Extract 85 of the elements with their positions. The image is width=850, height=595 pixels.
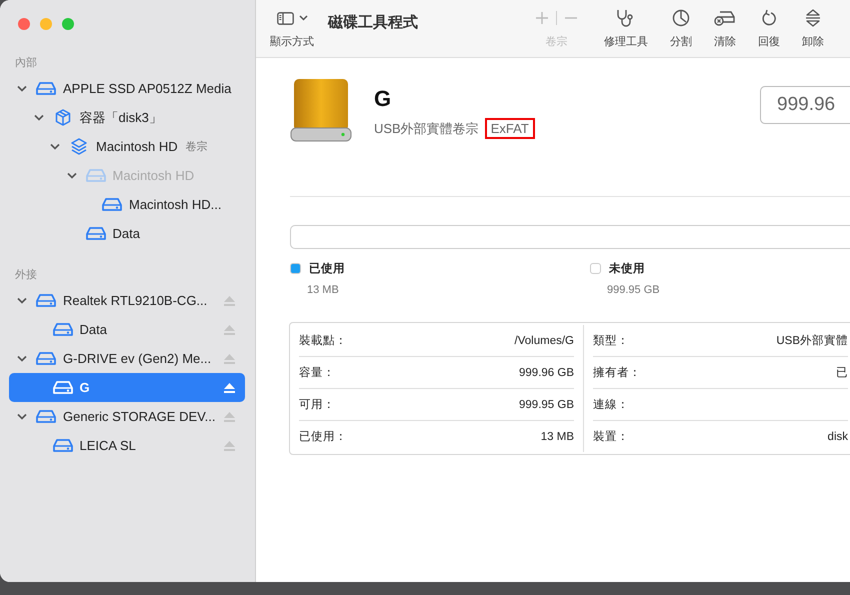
item-label: Realtek RTL9210B-CG... (63, 293, 208, 308)
restore-button[interactable]: 回復 (758, 8, 780, 49)
section-heading: 內部 (14, 56, 38, 71)
sidebar-item[interactable]: Macintosh HD... (9, 190, 245, 219)
info-value: USB外部實體 (776, 333, 848, 348)
sidebar-icon (276, 12, 294, 24)
sidebar-item[interactable]: 容器「disk3」 (9, 103, 245, 132)
window-close-button[interactable] (18, 18, 30, 30)
legend-value: 13 MB (306, 284, 340, 296)
undo-arrow-icon (761, 9, 777, 27)
sidebar-item[interactable]: Macintosh HD 卷宗 (9, 132, 245, 161)
drive-erase-icon (714, 10, 736, 26)
chevron-icon[interactable] (66, 172, 76, 179)
legend-label: 未使用 (609, 261, 645, 276)
item-label: Macintosh HD (112, 168, 194, 183)
section-heading: 外接 (14, 268, 38, 283)
item-label: 容器「disk3」 (80, 108, 162, 126)
window-title: 磁碟工具程式 (328, 13, 418, 32)
info-value: disk (828, 430, 848, 442)
drive-icon (86, 226, 106, 240)
unmount-button[interactable]: 卸除 (802, 8, 824, 49)
item-label: Macintosh HD... (129, 197, 222, 212)
info-label: 裝置： (593, 430, 629, 444)
drive-icon (86, 168, 106, 182)
sidebar-item[interactable]: APPLE SSD AP0512Z Media (9, 74, 245, 103)
drive-icon (36, 294, 56, 308)
item-tag: 卷宗 (186, 139, 208, 154)
item-label: Generic STORAGE DEV... (63, 409, 216, 424)
item-label: LEICA SL (80, 438, 136, 453)
drive-icon (52, 380, 72, 394)
chevron-icon (298, 15, 308, 21)
partition-button[interactable]: 分割 (670, 8, 692, 49)
layers-icon (71, 138, 87, 155)
unmount-icon (805, 9, 821, 27)
chevron-icon[interactable] (17, 297, 27, 304)
repair-button[interactable]: 修理工具 (604, 8, 648, 49)
info-label: 裝載點： (299, 334, 347, 348)
item-label: G-DRIVE ev (Gen2) Me... (63, 351, 212, 366)
sidebar-item[interactable]: Data (9, 315, 245, 344)
info-label: 已使用： (299, 430, 347, 444)
info-label: 連線： (593, 398, 629, 412)
volume-name: G (374, 86, 392, 112)
cube-icon (54, 109, 70, 126)
drive-icon (36, 352, 56, 366)
info-value: 999.96 GB (519, 366, 574, 378)
sidebar-item[interactable]: LEICA SL (9, 431, 245, 460)
sidebar-item[interactable]: Realtek RTL9210B-CG... (9, 286, 245, 315)
erase-button[interactable]: 清除 (714, 8, 736, 49)
chevron-icon[interactable] (34, 114, 44, 121)
drive-icon (36, 82, 56, 96)
plus-icon (535, 11, 549, 25)
drive-icon (52, 322, 72, 336)
drive-icon (36, 410, 56, 424)
info-label: 擁有者： (593, 366, 641, 380)
info-value: 已 (836, 366, 848, 380)
info-label: 類型： (593, 334, 629, 348)
drive-icon (102, 198, 122, 212)
legend-value: 999.95 GB (606, 284, 661, 296)
eject-icon[interactable] (224, 382, 235, 392)
chevron-icon[interactable] (50, 143, 60, 150)
external-drive-icon (290, 78, 352, 142)
info-value: 13 MB (540, 430, 574, 442)
item-label: Macintosh HD (96, 139, 178, 154)
item-label: G (80, 380, 90, 395)
info-label: 可用： (299, 398, 335, 412)
sidebar-item[interactable]: G-DRIVE ev (Gen2) Me... (9, 344, 245, 373)
chevron-icon[interactable] (17, 413, 27, 420)
sidebar-item[interactable]: G (9, 373, 245, 402)
volume-description: USB外部實體卷宗 (374, 120, 479, 138)
item-label: Data (112, 226, 140, 241)
view-button[interactable]: 顯示方式 (270, 8, 314, 49)
legend-label: 已使用 (309, 262, 345, 276)
item-label: APPLE SSD AP0512Z Media (63, 81, 232, 96)
info-value: 999.95 GB (519, 398, 574, 410)
pie-chart-icon (672, 9, 690, 27)
chevron-icon[interactable] (17, 355, 27, 362)
sidebar-item[interactable]: Generic STORAGE DEV... (9, 402, 245, 431)
sidebar-item[interactable]: Data (9, 219, 245, 248)
info-label: 容量： (299, 365, 335, 380)
item-label: Data (80, 322, 107, 337)
drive-icon (52, 438, 72, 452)
chevron-icon[interactable] (17, 85, 27, 92)
format-label: ExFAT (484, 118, 535, 139)
capacity-display: 999.96 (760, 86, 850, 124)
info-value: /Volumes/G (514, 334, 574, 346)
